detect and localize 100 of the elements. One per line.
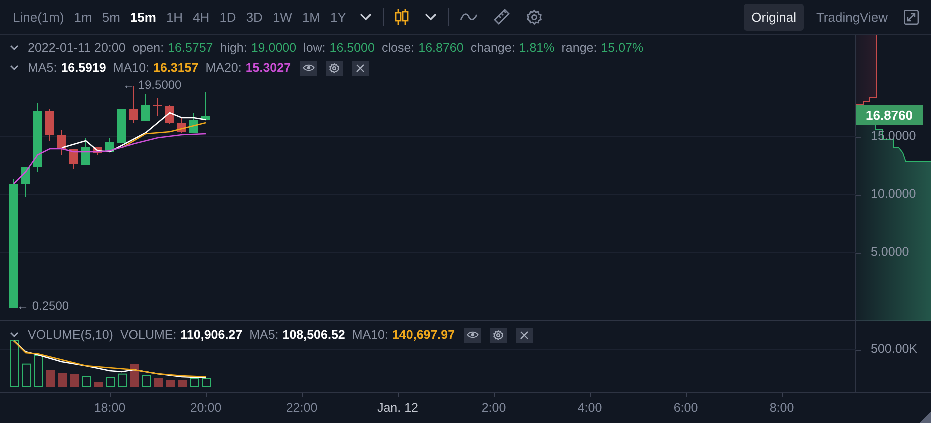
interval-tab[interactable]: 1D (216, 8, 240, 26)
candle (82, 138, 90, 166)
interval-tab[interactable]: 1W (268, 8, 296, 26)
candle (178, 116, 186, 134)
candle (106, 138, 114, 152)
interval-tab[interactable]: 1m (70, 8, 96, 26)
volume-axis-label: 500.00K (871, 342, 918, 356)
line-icon[interactable] (460, 12, 478, 22)
legend-label: MA5: (250, 328, 279, 342)
candle (70, 148, 78, 170)
legend-label: MA10: (352, 328, 388, 342)
legend-value: 140,697.97 (392, 328, 456, 342)
candle (154, 98, 162, 116)
legend-label: low: (304, 41, 326, 55)
legend-label: range: (562, 41, 598, 55)
candlestick-icon[interactable] (395, 9, 410, 25)
visibility-button[interactable] (300, 60, 318, 76)
time-axis-label: 20:00 (189, 401, 223, 415)
legend-value: 16.5919 (61, 61, 106, 75)
volume-bar (46, 370, 55, 388)
candle (34, 102, 42, 172)
interval-tab[interactable]: 15m (126, 8, 160, 26)
interval-tab[interactable]: 4H (189, 8, 214, 26)
volume-bar (166, 380, 175, 388)
low-price-marker: ← 0.2500 (17, 299, 70, 313)
interval-tab[interactable]: 3D (242, 8, 267, 26)
volume-bar (34, 355, 43, 388)
volume-bar (10, 340, 19, 388)
settings-button[interactable] (490, 328, 508, 342)
current-price-tag: 16.8760 (856, 105, 923, 125)
time-axis-label: Jan. 12 (376, 401, 420, 415)
legend-value: 16.8760 (418, 41, 464, 55)
legend-label: MA5: (28, 61, 58, 75)
interval-tab[interactable]: 5m (98, 8, 124, 26)
volume-bar (106, 377, 115, 388)
legend-date: 2022-01-11 20:00 (28, 41, 126, 55)
view-mode-tab[interactable]: TradingView (808, 4, 896, 30)
gear-icon (329, 62, 340, 74)
volume-bar (154, 378, 163, 388)
chevron-down-icon[interactable] (10, 65, 19, 71)
interval-tab[interactable]: Line(1m) (13, 8, 68, 26)
price-axis-label: 10.0000 (871, 187, 916, 201)
legend-value: 16.5000 (330, 41, 375, 55)
candle (58, 130, 66, 156)
legend-label: MA10: (113, 61, 150, 75)
time-axis-label: 2:00 (480, 401, 508, 415)
view-mode-tab[interactable]: Original (744, 4, 804, 30)
settings-icon[interactable] (526, 8, 544, 26)
close-button[interactable] (352, 60, 370, 76)
price-axis-label: 5.0000 (871, 245, 910, 259)
volume-bar (82, 376, 91, 388)
legend-value: 1.81% (519, 41, 555, 55)
candle (22, 166, 30, 198)
chevron-down-icon[interactable] (425, 13, 438, 21)
chevron-down-icon[interactable] (10, 45, 19, 51)
candle (118, 108, 126, 144)
volume-bar (58, 373, 67, 388)
fullscreen-icon[interactable] (904, 10, 919, 24)
time-axis-label: 6:00 (672, 401, 700, 415)
interval-tab[interactable]: 1H (162, 8, 188, 26)
ruler-icon[interactable] (494, 9, 510, 25)
legend-label: open: (132, 41, 164, 55)
time-axis-label: 18:00 (93, 401, 127, 415)
legend-label: MA20: (206, 61, 242, 75)
legend-value: 15.07% (601, 41, 644, 55)
volume-bar (202, 378, 211, 388)
time-axis-label: 8:00 (768, 401, 796, 415)
interval-tab[interactable]: 1Y (326, 8, 350, 26)
legend-label: close: (382, 41, 415, 55)
chevron-down-icon[interactable] (10, 332, 19, 338)
volume-bar (178, 380, 187, 388)
settings-button[interactable] (326, 60, 344, 76)
volume-bar (22, 364, 31, 388)
volume-bar (130, 364, 139, 388)
candle (202, 92, 210, 120)
interval-tab[interactable]: 1M (298, 8, 325, 26)
eye-icon (466, 331, 479, 339)
volume-bar (70, 374, 79, 388)
legend-value: 16.5757 (168, 41, 214, 55)
eye-icon (302, 64, 315, 72)
legend-value: 108,506.52 (282, 328, 346, 342)
close-icon (356, 64, 366, 72)
volume-bar (190, 378, 199, 388)
legend-value: 16.3157 (154, 61, 199, 75)
legend-value: 15.3027 (246, 61, 292, 75)
candle (142, 94, 150, 122)
visibility-button[interactable] (464, 328, 482, 342)
volume-bar (118, 374, 127, 388)
candle (46, 108, 54, 142)
chevron-down-icon[interactable] (360, 13, 372, 21)
time-axis-label: 22:00 (285, 401, 319, 415)
volume-legend-title: VOLUME(5,10) (28, 328, 114, 342)
resize-corner-icon[interactable] (920, 412, 931, 423)
close-icon (520, 330, 530, 340)
legend-label: VOLUME: (120, 328, 177, 342)
volume-bar (94, 382, 103, 388)
time-axis-label: 4:00 (576, 401, 604, 415)
close-button[interactable] (516, 328, 534, 342)
legend-label: high: (220, 41, 248, 55)
candle (166, 104, 174, 124)
